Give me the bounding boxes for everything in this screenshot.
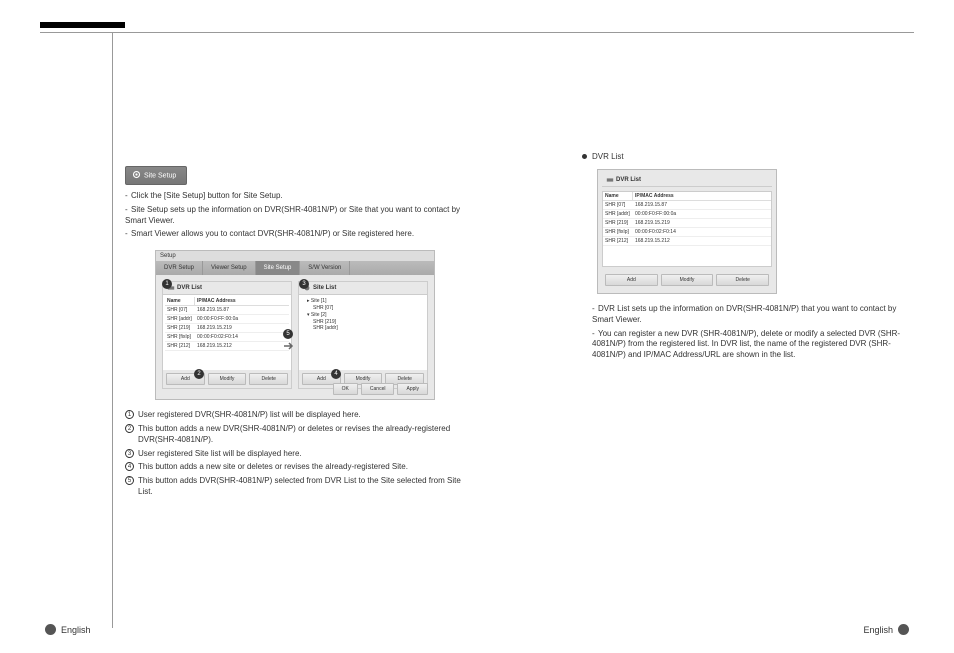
cancel-button: Cancel xyxy=(361,383,395,395)
page-number-circle xyxy=(898,624,909,635)
table-row: SHR [fixIp]00:00:F0:02:F0:14 xyxy=(603,228,771,237)
footer-left: English xyxy=(40,624,91,635)
dvr-list-panel: DVR List NameIP/MAC Address SHR [07]168.… xyxy=(162,281,292,389)
intro-text: Smart Viewer allows you to contact DVR(S… xyxy=(131,229,414,238)
table-row: SHR [212]168.219.15.212 xyxy=(165,342,289,351)
legend-item: 1User registered DVR(SHR-4081N/P) list w… xyxy=(125,410,475,421)
table-row: SHR [212]168.219.15.212 xyxy=(603,237,771,246)
gear-icon xyxy=(132,170,141,181)
legend-item: 5This button adds DVR(SHR-4081N/P) selec… xyxy=(125,476,475,498)
intro-line: -Site Setup sets up the information on D… xyxy=(125,205,475,227)
right-column: DVR List DVR List NameIP/MAC Address SHR… xyxy=(582,152,914,364)
description-line: -You can register a new DVR (SHR-4081N/P… xyxy=(582,329,914,361)
table-row: SHR [07]168.219.15.87 xyxy=(165,306,289,315)
dialog-title: Setup xyxy=(156,251,434,261)
dvr-list-header: DVR List xyxy=(602,174,772,187)
site-setup-button-depiction: Site Setup xyxy=(125,166,187,185)
table-row: SHR [07]168.219.15.87 xyxy=(603,201,771,210)
description-line: -DVR List sets up the information on DVR… xyxy=(582,304,914,326)
tab-viewer-setup: Viewer Setup xyxy=(203,261,256,275)
ok-button: OK xyxy=(333,383,358,395)
left-column: Site Setup -Click the [Site Setup] butto… xyxy=(125,166,475,501)
tab-dvr-setup: DVR Setup xyxy=(156,261,203,275)
page-number-circle xyxy=(45,624,56,635)
dvr-list-header: DVR List xyxy=(163,282,291,295)
dialog-buttons: OK Cancel Apply xyxy=(333,383,428,395)
dvr-list-screenshot: DVR List NameIP/MAC Address SHR [07]168.… xyxy=(597,169,777,294)
legend-item: 3User registered Site list will be displ… xyxy=(125,449,475,460)
table-row: SHR [219]168.219.15.219 xyxy=(165,324,289,333)
site-list-header: Site List xyxy=(299,282,427,295)
footer-right: English xyxy=(863,624,914,635)
table-row: SHR [addr]00:00:F0:FF:00:0a xyxy=(603,210,771,219)
tree-item: ▸ Site [1] xyxy=(301,297,425,305)
delete-button: Delete xyxy=(716,274,769,286)
bullet-icon xyxy=(582,154,587,159)
table-header: NameIP/MAC Address xyxy=(603,192,771,201)
section-heading: DVR List xyxy=(582,152,914,161)
dvr-icon xyxy=(606,176,614,184)
tree-item: ▾ Site [2] xyxy=(301,311,425,319)
intro-text: Click the [Site Setup] button for Site S… xyxy=(131,191,283,200)
intro-text: Site Setup sets up the information on DV… xyxy=(125,205,460,225)
modify-button: Modify xyxy=(208,373,247,385)
dvr-list-buttons: Add Modify Delete xyxy=(602,271,772,289)
tab-sw-version: S/W Version xyxy=(300,261,350,275)
delete-button: Delete xyxy=(249,373,288,385)
callout-legend: 1User registered DVR(SHR-4081N/P) list w… xyxy=(125,410,475,498)
move-arrow-icon xyxy=(283,341,295,351)
setup-dialog-screenshot: Setup DVR Setup Viewer Setup Site Setup … xyxy=(155,250,435,400)
site-list-panel: Site List ▸ Site [1] SHR [07] ▾ Site [2]… xyxy=(298,281,428,389)
header-divider xyxy=(40,32,914,33)
table-row: SHR [addr]00:00:F0:FF:00:0a xyxy=(165,315,289,324)
header-accent-bar xyxy=(40,22,125,28)
apply-button: Apply xyxy=(397,383,428,395)
legend-item: 4This button adds a new site or deletes … xyxy=(125,462,475,473)
site-setup-button-label: Site Setup xyxy=(144,172,176,179)
footer-label: English xyxy=(61,625,91,635)
dvr-list-buttons: Add Modify Delete xyxy=(163,370,291,388)
footer-label: English xyxy=(863,625,893,635)
table-header: NameIP/MAC Address xyxy=(165,297,289,306)
table-row: SHR [fixIp]00:00:F0:02:F0:14 xyxy=(165,333,289,342)
tree-sub-item: SHR [addr] xyxy=(301,325,425,331)
add-button: Add xyxy=(605,274,658,286)
vertical-divider xyxy=(112,32,113,628)
modify-button: Modify xyxy=(661,274,714,286)
tab-site-setup: Site Setup xyxy=(256,261,301,275)
table-row: SHR [219]168.219.15.219 xyxy=(603,219,771,228)
tab-bar: DVR Setup Viewer Setup Site Setup S/W Ve… xyxy=(156,261,434,275)
intro-line: -Click the [Site Setup] button for Site … xyxy=(125,191,475,202)
heading-text: DVR List xyxy=(592,152,624,161)
legend-item: 2This button adds a new DVR(SHR-4081N/P)… xyxy=(125,424,475,446)
intro-line: -Smart Viewer allows you to contact DVR(… xyxy=(125,229,475,240)
